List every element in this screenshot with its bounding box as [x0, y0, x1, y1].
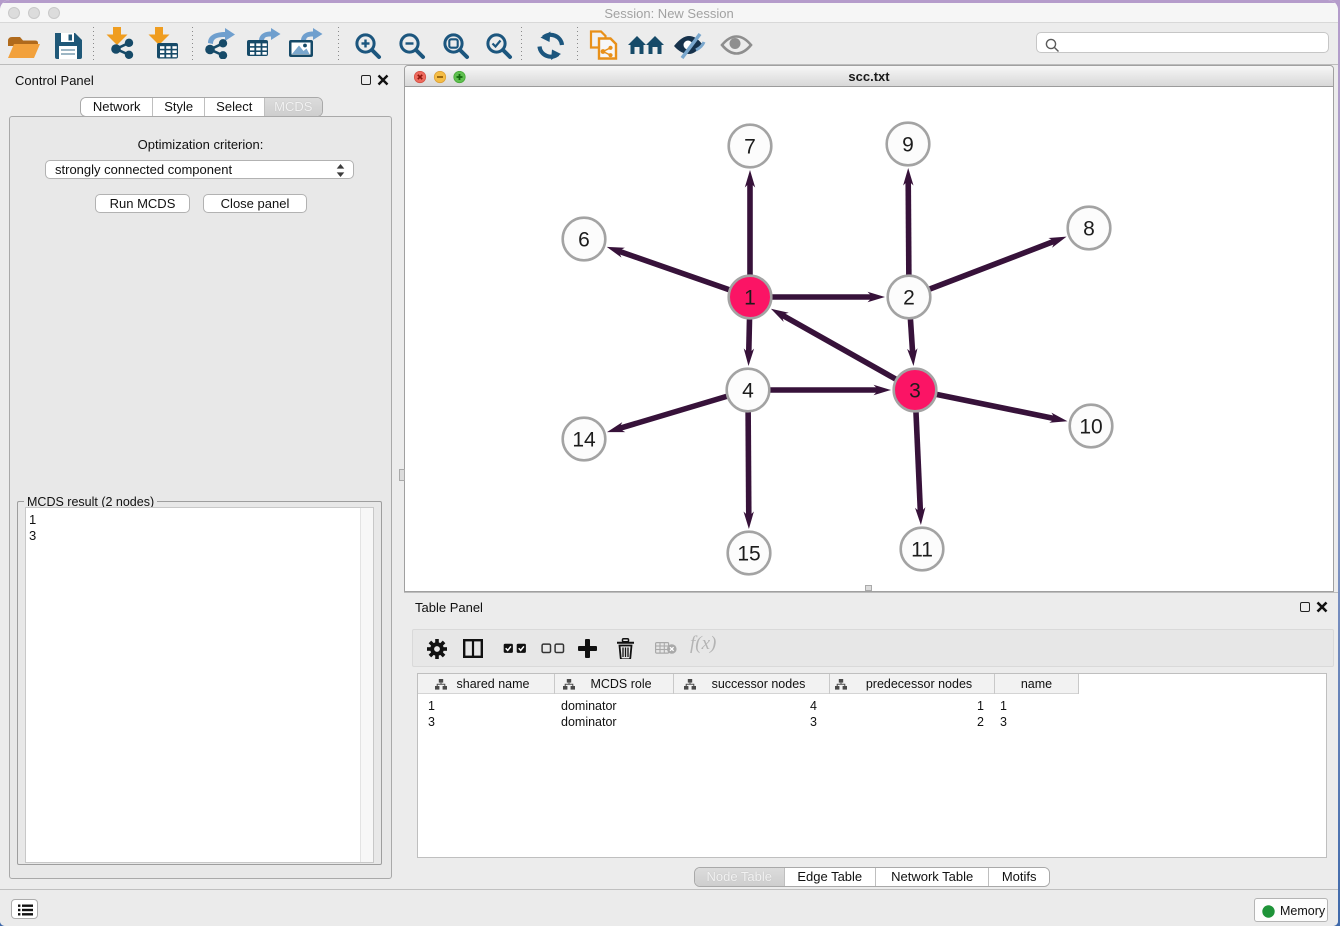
svg-text:3: 3 — [909, 380, 921, 403]
svg-text:9: 9 — [902, 134, 914, 157]
svg-text:2: 2 — [903, 287, 915, 310]
svg-text:10: 10 — [1079, 416, 1102, 439]
svg-text:1: 1 — [744, 287, 756, 310]
svg-text:14: 14 — [572, 429, 596, 452]
svg-text:15: 15 — [737, 543, 760, 566]
svg-text:4: 4 — [742, 380, 754, 403]
svg-text:11: 11 — [911, 539, 933, 562]
svg-text:7: 7 — [744, 136, 756, 159]
svg-text:6: 6 — [578, 229, 590, 252]
svg-text:8: 8 — [1083, 218, 1095, 241]
